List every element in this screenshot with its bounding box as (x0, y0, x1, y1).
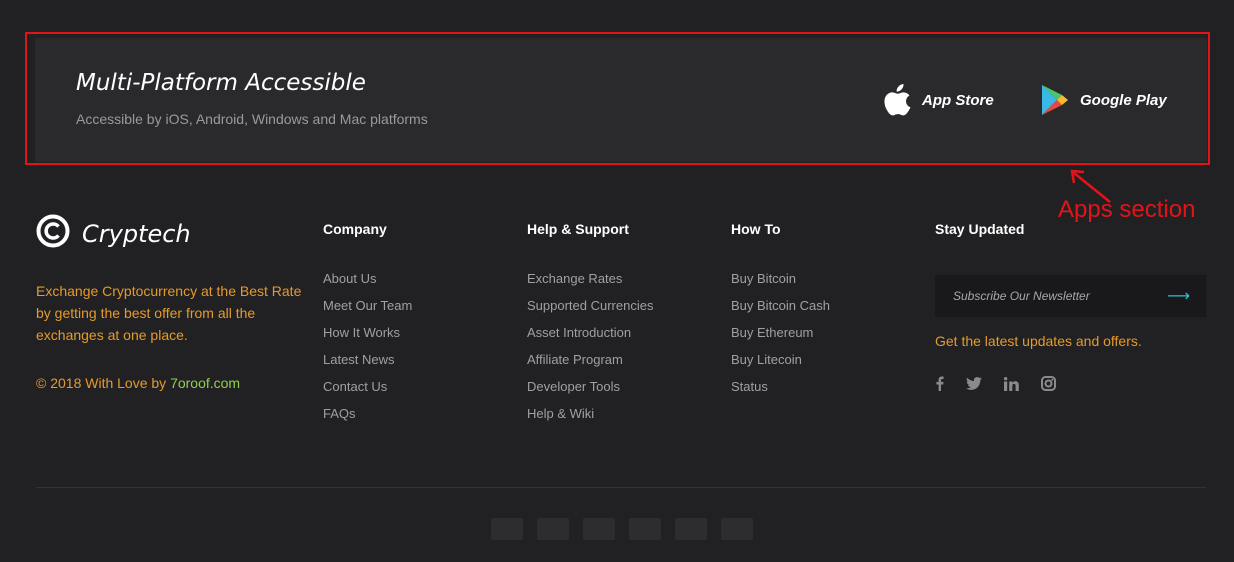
company-link-latest-news[interactable]: Latest News (323, 346, 412, 373)
brand-description: Exchange Cryptocurrency at the Best Rate… (36, 283, 302, 343)
brand-logo[interactable]: Cryptech (36, 214, 191, 253)
payment-icon-4 (629, 518, 661, 540)
visa-icon (491, 518, 523, 540)
apps-title: Multi-Platform Accessible (76, 70, 366, 96)
app-store-button[interactable]: App Store (884, 84, 994, 116)
social-links (935, 376, 1056, 396)
company-link-about-us[interactable]: About Us (323, 265, 412, 292)
help-link-asset-introduction[interactable]: Asset Introduction (527, 319, 653, 346)
stay-updated-heading: Stay Updated (935, 221, 1025, 237)
copyright: © 2018 With Love by 7oroof.com (36, 375, 240, 391)
howto-link-buy-bitcoin-cash[interactable]: Buy Bitcoin Cash (731, 292, 830, 319)
mastercard-icon (537, 518, 569, 540)
newsletter-input[interactable] (951, 288, 1155, 304)
help-link-help-wiki[interactable]: Help & Wiki (527, 400, 653, 427)
help-column: Help & Support Exchange Rates Supported … (527, 221, 653, 427)
apps-section-highlight (25, 32, 1210, 165)
apps-subtitle: Accessible by iOS, Android, Windows and … (76, 111, 428, 127)
company-link-contact-us[interactable]: Contact Us (323, 373, 412, 400)
copyright-site-link[interactable]: 7oroof.com (170, 375, 240, 391)
newsletter-submit-arrow-icon[interactable]: ⟶ (1167, 286, 1190, 306)
copyright-text: © 2018 With Love by (36, 375, 171, 391)
app-store-label: App Store (922, 91, 994, 109)
howto-link-buy-bitcoin[interactable]: Buy Bitcoin (731, 265, 830, 292)
google-play-button[interactable]: Google Play (1040, 84, 1167, 116)
payment-icon-3 (583, 518, 615, 540)
brand-name: Cryptech (82, 219, 191, 248)
help-link-supported-currencies[interactable]: Supported Currencies (527, 292, 653, 319)
footer-page: Multi-Platform Accessible Accessible by … (0, 0, 1234, 562)
payment-icon-6 (721, 518, 753, 540)
howto-link-status[interactable]: Status (731, 373, 830, 400)
twitter-icon[interactable] (966, 377, 982, 395)
google-play-icon (1040, 84, 1070, 116)
help-link-affiliate-program[interactable]: Affiliate Program (527, 346, 653, 373)
stay-updated-column: Stay Updated (935, 221, 1024, 265)
howto-link-buy-ethereum[interactable]: Buy Ethereum (731, 319, 830, 346)
help-link-exchange-rates[interactable]: Exchange Rates (527, 265, 653, 292)
payment-icon-5 (675, 518, 707, 540)
facebook-icon[interactable] (935, 376, 944, 396)
help-heading: Help & Support (527, 221, 629, 237)
payment-methods (491, 518, 753, 540)
google-play-label: Google Play (1080, 91, 1167, 109)
footer-divider (36, 487, 1206, 488)
company-link-faqs[interactable]: FAQs (323, 400, 412, 427)
company-heading: Company (323, 221, 387, 237)
instagram-icon[interactable] (1041, 376, 1056, 396)
howto-column: How To Buy Bitcoin Buy Bitcoin Cash Buy … (731, 221, 830, 400)
annotation-label: Apps section (1058, 196, 1196, 223)
company-column: Company About Us Meet Our Team How It Wo… (323, 221, 412, 427)
help-link-developer-tools[interactable]: Developer Tools (527, 373, 653, 400)
howto-heading: How To (731, 221, 781, 237)
logo-icon (36, 214, 70, 253)
newsletter-form: ⟶ (935, 275, 1206, 317)
stay-updated-note: Get the latest updates and offers. (935, 333, 1142, 349)
company-link-how-it-works[interactable]: How It Works (323, 319, 412, 346)
howto-link-buy-litecoin[interactable]: Buy Litecoin (731, 346, 830, 373)
apple-icon (884, 84, 912, 116)
company-link-meet-our-team[interactable]: Meet Our Team (323, 292, 412, 319)
linkedin-icon[interactable] (1003, 376, 1019, 396)
